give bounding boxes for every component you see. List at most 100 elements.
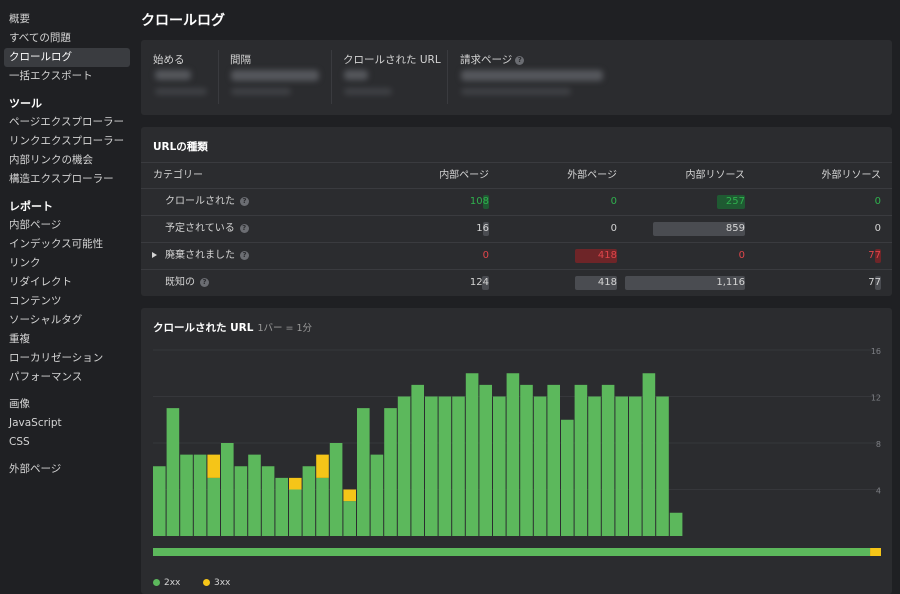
bar-2xx (289, 489, 302, 536)
legend-item-2xx[interactable]: 2xx (153, 578, 180, 588)
stat-started-label: 始める (153, 54, 185, 66)
page-title: クロールログ (141, 13, 225, 29)
stat-interval-value-redacted (231, 70, 319, 81)
sidebar-reports-item-1[interactable]: インデックス可能性 (4, 235, 130, 254)
sidebar-tools-item-1[interactable]: リンクエクスプローラー (4, 132, 130, 151)
bar-2xx (207, 477, 220, 536)
stat-requests: 請求ページ? (460, 52, 525, 67)
bar-2xx (656, 396, 669, 536)
stat-crawled: クロールされた URL (343, 52, 441, 67)
sidebar-main-item-1[interactable]: すべての問題 (4, 29, 130, 48)
sidebar-reports-item-7[interactable]: ローカリゼーション (4, 349, 130, 368)
row-label: 廃棄されました? (165, 243, 249, 269)
sidebar-reports-item-8[interactable]: パフォーマンス (4, 368, 130, 387)
url-types-panel: URLの種類 カテゴリー 内部ページ 外部ページ 内部リソース 外部リソースクロールされ… (141, 127, 892, 296)
y-tick-label: 8 (876, 440, 881, 449)
column-header[interactable]: 内部リソース (686, 163, 746, 189)
bar-2xx (615, 396, 628, 536)
table-row: 予定されている? 16 0 859 0 (141, 215, 892, 242)
column-header[interactable]: カテゴリー (153, 163, 203, 189)
help-icon[interactable]: ? (240, 196, 249, 206)
help-icon[interactable]: ? (240, 250, 249, 260)
bar-2xx (357, 408, 370, 536)
table-cell-value: 0 (874, 196, 881, 207)
crawl-summary-panel: 始める 間隔 クロールされた URL 請求ページ? (141, 40, 892, 115)
bar-3xx (207, 454, 220, 478)
sidebar-reports-item-6[interactable]: 重複 (4, 330, 130, 349)
sidebar-media-item-2[interactable]: CSS (4, 433, 130, 452)
bar-2xx (629, 396, 642, 536)
sidebar-media-item-1[interactable]: JavaScript (4, 414, 130, 433)
table-cell-value: 0 (482, 250, 489, 261)
stat-requests-label: 請求ページ? (460, 52, 525, 67)
sidebar-external-item-0[interactable]: 外部ページ (4, 460, 130, 479)
stat-interval-sub-redacted (231, 88, 291, 95)
bar-2xx (533, 396, 547, 536)
sidebar-reports-item-5[interactable]: ソーシャルタグ (4, 311, 130, 330)
expand-arrow-icon[interactable] (152, 252, 157, 258)
column-header[interactable]: 外部ページ (567, 163, 617, 189)
bar-2xx (465, 373, 479, 536)
table-cell-value: 418 (597, 250, 617, 261)
stat-crawled-value-redacted (344, 70, 368, 80)
sidebar-tools-item-0[interactable]: ページエクスプローラー (4, 113, 130, 132)
row-label: 既知の? (165, 270, 209, 296)
help-icon[interactable]: ? (515, 55, 525, 65)
help-icon[interactable]: ? (200, 277, 209, 287)
stat-started-sub-redacted (155, 88, 207, 95)
url-types-title: URLの種類 (153, 141, 208, 153)
stat-interval-label: 間隔 (230, 54, 251, 66)
divider (218, 50, 219, 104)
sidebar-reports-item-0[interactable]: 内部ページ (4, 216, 130, 235)
stat-started: 始める (153, 52, 185, 67)
stat-requests-value-redacted (461, 70, 603, 81)
table-cell-value: 16 (476, 223, 489, 234)
sidebar-main-item-2[interactable]: クロールログ (4, 48, 130, 67)
bar-2xx (574, 384, 588, 536)
crawled-urls-chart: 4 8 12 16 (153, 347, 881, 556)
help-icon[interactable]: ? (239, 223, 249, 233)
table-cell-value: 77 (868, 277, 881, 288)
table-cell-value: 124 (469, 277, 489, 288)
bar-2xx (397, 396, 411, 536)
bar-2xx (561, 419, 574, 536)
table-row[interactable]: 廃棄されました? 0 418 0 77 (141, 242, 892, 269)
table-cell-value: 418 (597, 277, 617, 288)
sidebar-heading-reports: レポート (9, 200, 53, 213)
bar-2xx (520, 384, 533, 536)
sidebar-main-item-0[interactable]: 概要 (4, 10, 130, 29)
sidebar-reports-item-4[interactable]: コンテンツ (4, 292, 130, 311)
table-cell-value: 257 (725, 196, 745, 207)
row-label: 予定されている? (165, 216, 249, 242)
sidebar-media-item-0[interactable]: 画像 (4, 395, 130, 414)
sidebar-tools-item-3[interactable]: 構造エクスプローラー (4, 170, 130, 189)
bar-2xx (316, 477, 329, 536)
bar-2xx (669, 512, 683, 536)
legend-dot-icon (153, 579, 160, 586)
divider (447, 50, 448, 104)
bar-2xx (153, 466, 166, 536)
bar-2xx (384, 408, 397, 536)
bar-2xx (343, 501, 356, 536)
legend-item-3xx[interactable]: 3xx (203, 578, 230, 588)
table-row: クロールされた? 108 0 257 0 (141, 188, 892, 215)
bar-2xx (180, 454, 193, 536)
bar-3xx (316, 454, 329, 478)
table-cell-value: 859 (725, 223, 745, 234)
progress-strip-3xx (870, 548, 881, 556)
stat-crawled-label: クロールされた URL (343, 54, 441, 66)
sidebar-reports-item-3[interactable]: リダイレクト (4, 273, 130, 292)
column-header[interactable]: 内部ページ (439, 163, 489, 189)
row-label-text: クロールされた (165, 196, 235, 207)
stat-crawled-sub-redacted (344, 88, 392, 95)
sidebar-tools-item-2[interactable]: 内部リンクの機会 (4, 151, 130, 170)
sidebar-main-item-3[interactable]: 一括エクスポート (4, 67, 130, 86)
table-row: 既知の? 124 418 1,116 77 (141, 269, 892, 296)
bar-2xx (425, 396, 438, 536)
sidebar-reports-item-2[interactable]: リンク (4, 254, 130, 273)
table-cell-value: 1,116 (716, 277, 745, 288)
column-header[interactable]: 外部リソース (822, 163, 882, 189)
bar-2xx (261, 466, 275, 536)
bar-2xx (642, 373, 656, 536)
bar-2xx (193, 454, 207, 536)
